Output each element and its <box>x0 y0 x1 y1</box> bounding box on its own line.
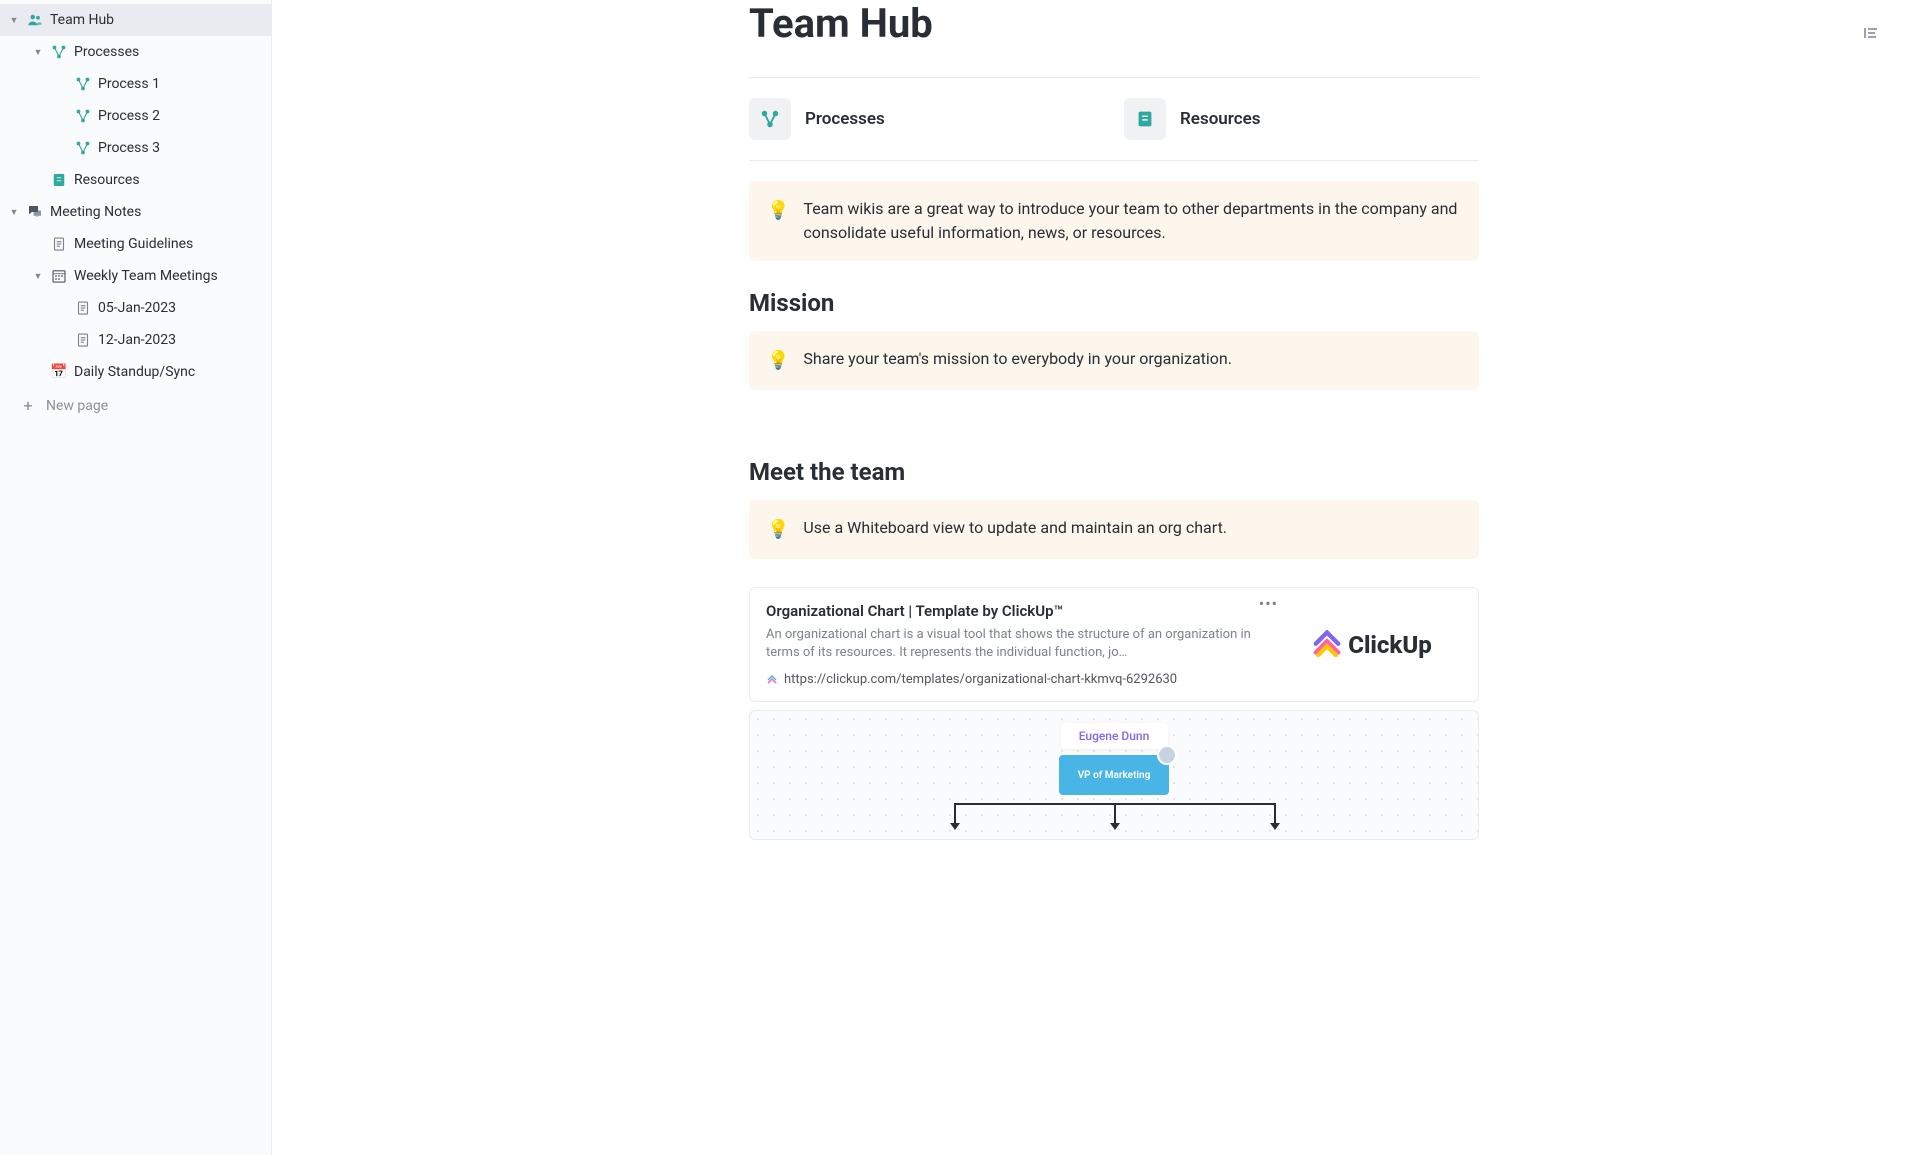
new-page-button[interactable]: + New page <box>0 388 271 423</box>
sidebar-item-team-hub[interactable]: ▼ Team Hub <box>0 4 271 36</box>
sidebar-item-label: Processes <box>74 44 263 60</box>
section-meet-heading: Meet the team <box>749 458 1479 486</box>
sidebar-item-05-jan-2023[interactable]: 05-Jan-2023 <box>0 292 271 324</box>
calendar-day-icon: 📅 <box>50 364 68 380</box>
bookmark-preview: ClickUp <box>1282 602 1462 687</box>
flow-icon <box>74 139 92 157</box>
sidebar-item-meeting-guidelines[interactable]: Meeting Guidelines <box>0 228 271 260</box>
bookmark-url: https://clickup.com/templates/organizati… <box>766 672 1266 687</box>
sidebar-item-process-2[interactable]: Process 2 <box>0 100 271 132</box>
sidebar-item-label: Daily Standup/Sync <box>74 364 263 380</box>
calendar-grid-icon <box>50 267 68 285</box>
bookmark-desc: An organizational chart is a visual tool… <box>766 626 1266 662</box>
sidebar-item-label: 05-Jan-2023 <box>98 300 263 316</box>
sidebar: ▼ Team Hub ▼ Processes Process 1 Process 2 Pro… <box>0 0 272 1155</box>
chevron-down-icon[interactable]: ▼ <box>8 15 20 26</box>
sidebar-item-daily-standup-sync[interactable]: 📅 Daily Standup/Sync <box>0 356 271 388</box>
chat-icon <box>26 203 44 221</box>
sidebar-item-label: Resources <box>74 172 263 188</box>
sidebar-item-label: Meeting Notes <box>50 204 263 220</box>
book-icon <box>50 171 68 189</box>
toc-icon[interactable] <box>1862 24 1880 46</box>
bulb-icon: 💡 <box>767 516 789 543</box>
page-title: Team Hub <box>749 0 1479 47</box>
sidebar-item-process-1[interactable]: Process 1 <box>0 68 271 100</box>
sidebar-item-resources[interactable]: Resources <box>0 164 271 196</box>
link-cards: Processes Resources <box>749 98 1479 140</box>
flow-icon <box>74 75 92 93</box>
callout-mission: 💡 Share your team's mission to everybody… <box>749 331 1479 390</box>
whiteboard-preview[interactable]: Eugene Dunn VP of Marketing <box>749 710 1479 840</box>
callout-intro-text: Team wikis are a great way to introduce … <box>803 197 1461 245</box>
callout-intro: 💡 Team wikis are a great way to introduc… <box>749 181 1479 261</box>
card-resources[interactable]: Resources <box>1124 98 1479 140</box>
callout-meet-text: Use a Whiteboard view to update and main… <box>803 516 1227 543</box>
more-icon[interactable]: ••• <box>1259 594 1278 613</box>
sidebar-item-processes[interactable]: ▼ Processes <box>0 36 271 68</box>
clickup-brand-label: ClickUp <box>1348 631 1432 659</box>
doc-icon <box>50 235 68 253</box>
callout-meet: 💡 Use a Whiteboard view to update and ma… <box>749 500 1479 559</box>
card-processes-label: Processes <box>805 109 885 129</box>
plus-icon: + <box>20 396 36 415</box>
flow-icon <box>74 107 92 125</box>
flow-icon <box>749 98 791 140</box>
flow-icon <box>50 43 68 61</box>
sidebar-item-process-3[interactable]: Process 3 <box>0 132 271 164</box>
divider <box>749 160 1479 161</box>
chevron-down-icon[interactable]: ▼ <box>32 47 44 58</box>
chevron-down-icon[interactable]: ▼ <box>32 271 44 282</box>
sidebar-item-12-jan-2023[interactable]: 12-Jan-2023 <box>0 324 271 356</box>
sidebar-item-weekly-team-meetings[interactable]: ▼ Weekly Team Meetings <box>0 260 271 292</box>
sidebar-item-label: Weekly Team Meetings <box>74 268 263 284</box>
org-role-card: VP of Marketing <box>1059 755 1169 795</box>
divider <box>749 77 1479 78</box>
bulb-icon: 💡 <box>767 197 789 245</box>
sidebar-item-meeting-notes[interactable]: ▼ Meeting Notes <box>0 196 271 228</box>
sidebar-item-label: Process 2 <box>98 108 263 124</box>
avatar <box>1157 745 1177 765</box>
bookmark-card[interactable]: ••• Organizational Chart | Template by C… <box>749 587 1479 702</box>
main-content: Team Hub Processes Resources 💡 Team wiki… <box>272 0 1920 1155</box>
sidebar-item-label: Process 3 <box>98 140 263 156</box>
chevron-down-icon[interactable]: ▼ <box>8 207 20 218</box>
sidebar-item-label: 12-Jan-2023 <box>98 332 263 348</box>
sidebar-item-label: Meeting Guidelines <box>74 236 263 252</box>
clickup-logo-icon <box>1312 630 1342 660</box>
bookmark-title: Organizational Chart | Template by Click… <box>766 602 1266 620</box>
card-processes[interactable]: Processes <box>749 98 1104 140</box>
callout-mission-text: Share your team's mission to everybody i… <box>803 347 1232 374</box>
new-page-label: New page <box>46 398 108 414</box>
sidebar-item-label: Process 1 <box>98 76 263 92</box>
bulb-icon: 💡 <box>767 347 789 374</box>
doc-icon <box>74 299 92 317</box>
doc-icon <box>74 331 92 349</box>
section-mission-heading: Mission <box>749 289 1479 317</box>
book-icon <box>1124 98 1166 140</box>
org-name-card: Eugene Dunn <box>1061 723 1168 749</box>
card-resources-label: Resources <box>1180 109 1261 129</box>
clickup-favicon-icon <box>766 674 778 686</box>
sidebar-item-label: Team Hub <box>50 12 263 28</box>
people-icon <box>26 11 44 29</box>
